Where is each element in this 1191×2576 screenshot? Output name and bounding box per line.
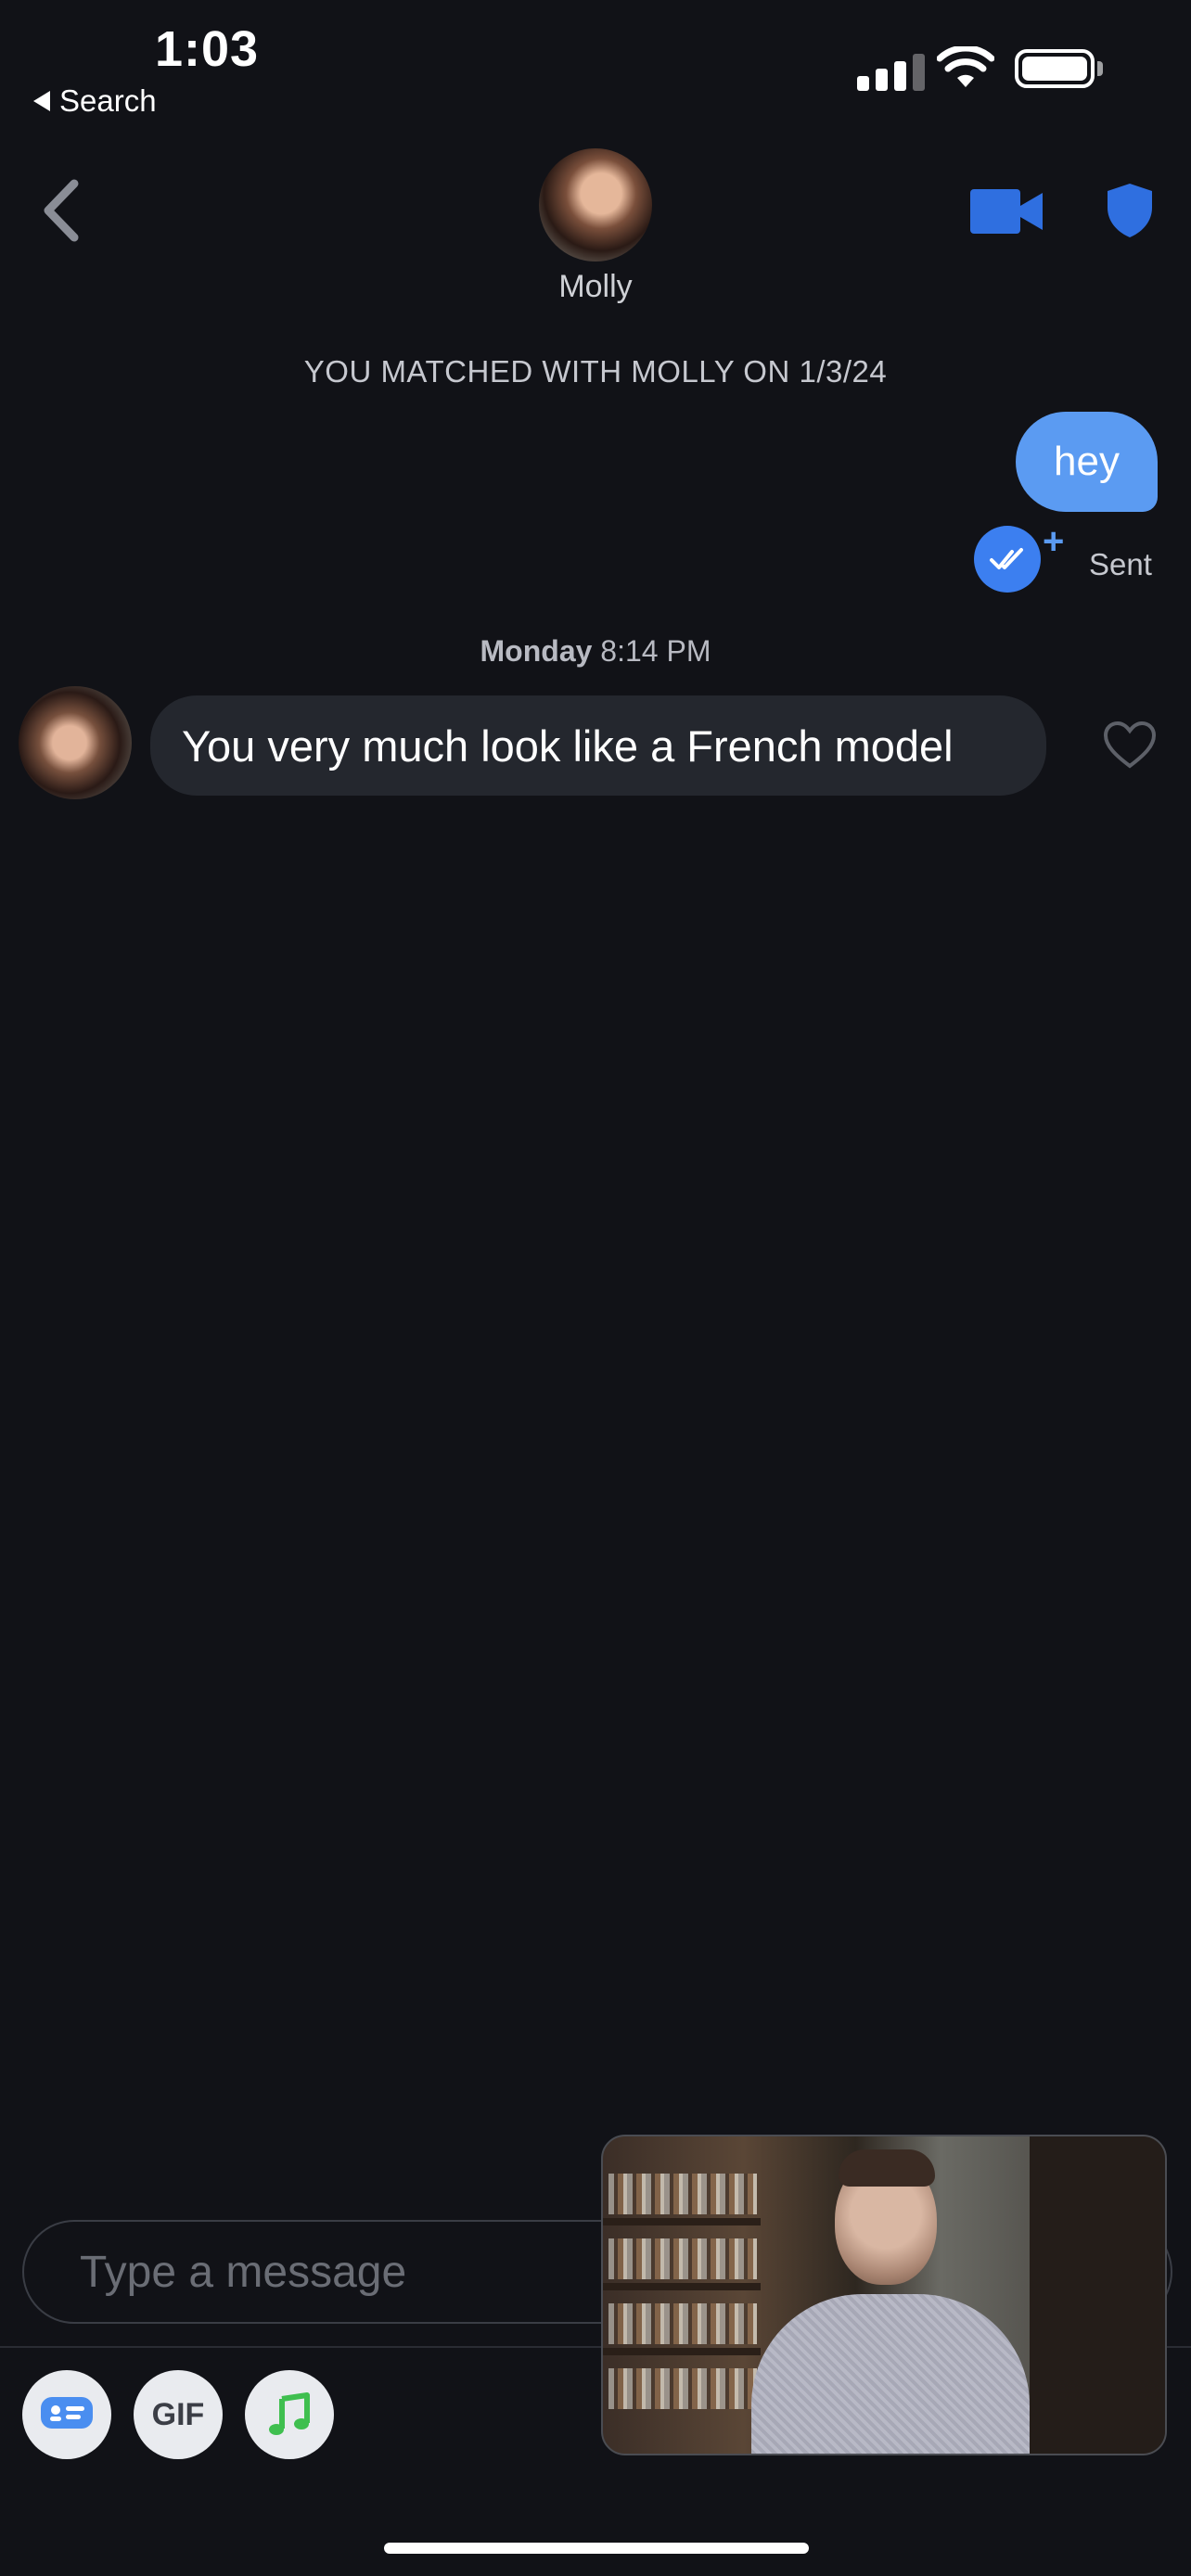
back-arrow-icon: [33, 91, 50, 111]
pip-shelf: [603, 2218, 761, 2225]
match-avatar[interactable]: [539, 148, 652, 261]
plus-icon[interactable]: +: [1043, 521, 1064, 563]
read-receipt-icon[interactable]: [974, 526, 1041, 593]
music-icon: [269, 2392, 310, 2435]
pip-shelf: [603, 2348, 761, 2355]
pip-cabinet: [1030, 2136, 1165, 2454]
timestamp-day: Monday: [480, 634, 593, 668]
pip-bookshelf-row: [608, 2174, 757, 2214]
video-call-icon[interactable]: [970, 185, 1044, 242]
back-app-label: Search: [59, 83, 157, 118]
safety-shield-icon[interactable]: [1104, 182, 1156, 244]
pip-shelf: [603, 2283, 761, 2290]
battery-cap: [1097, 61, 1103, 76]
back-to-app-link[interactable]: Search: [33, 83, 157, 119]
sender-avatar[interactable]: [19, 686, 132, 799]
gif-button[interactable]: GIF: [134, 2370, 223, 2459]
pip-person-hair: [839, 2149, 935, 2187]
message-timestamp: Monday 8:14 PM: [0, 634, 1191, 669]
pip-bookshelf-row: [608, 2303, 757, 2344]
video-overlay[interactable]: [601, 2135, 1167, 2455]
incoming-message[interactable]: You very much look like a French model: [150, 695, 1046, 796]
status-time: 1:03: [155, 21, 260, 77]
sticker-icon: [41, 2397, 93, 2429]
outgoing-message[interactable]: hey: [1016, 412, 1158, 512]
home-indicator[interactable]: [384, 2543, 809, 2554]
back-chevron-icon[interactable]: [37, 178, 83, 248]
message-status: Sent: [1089, 547, 1152, 581]
pip-bookshelf-row: [608, 2368, 757, 2409]
sticker-button[interactable]: [22, 2370, 111, 2459]
pip-bookshelf-row: [608, 2238, 757, 2279]
match-name[interactable]: Molly: [503, 269, 688, 305]
music-button[interactable]: [245, 2370, 334, 2459]
pip-person-shirt: [751, 2294, 1030, 2454]
timestamp-time: 8:14 PM: [600, 634, 711, 668]
cellular-signal-icon: [857, 52, 925, 91]
match-banner: YOU MATCHED WITH MOLLY ON 1/3/24: [303, 354, 888, 389]
wifi-icon: [936, 45, 995, 94]
heart-icon[interactable]: [1102, 720, 1158, 774]
battery-icon: [1015, 49, 1095, 88]
